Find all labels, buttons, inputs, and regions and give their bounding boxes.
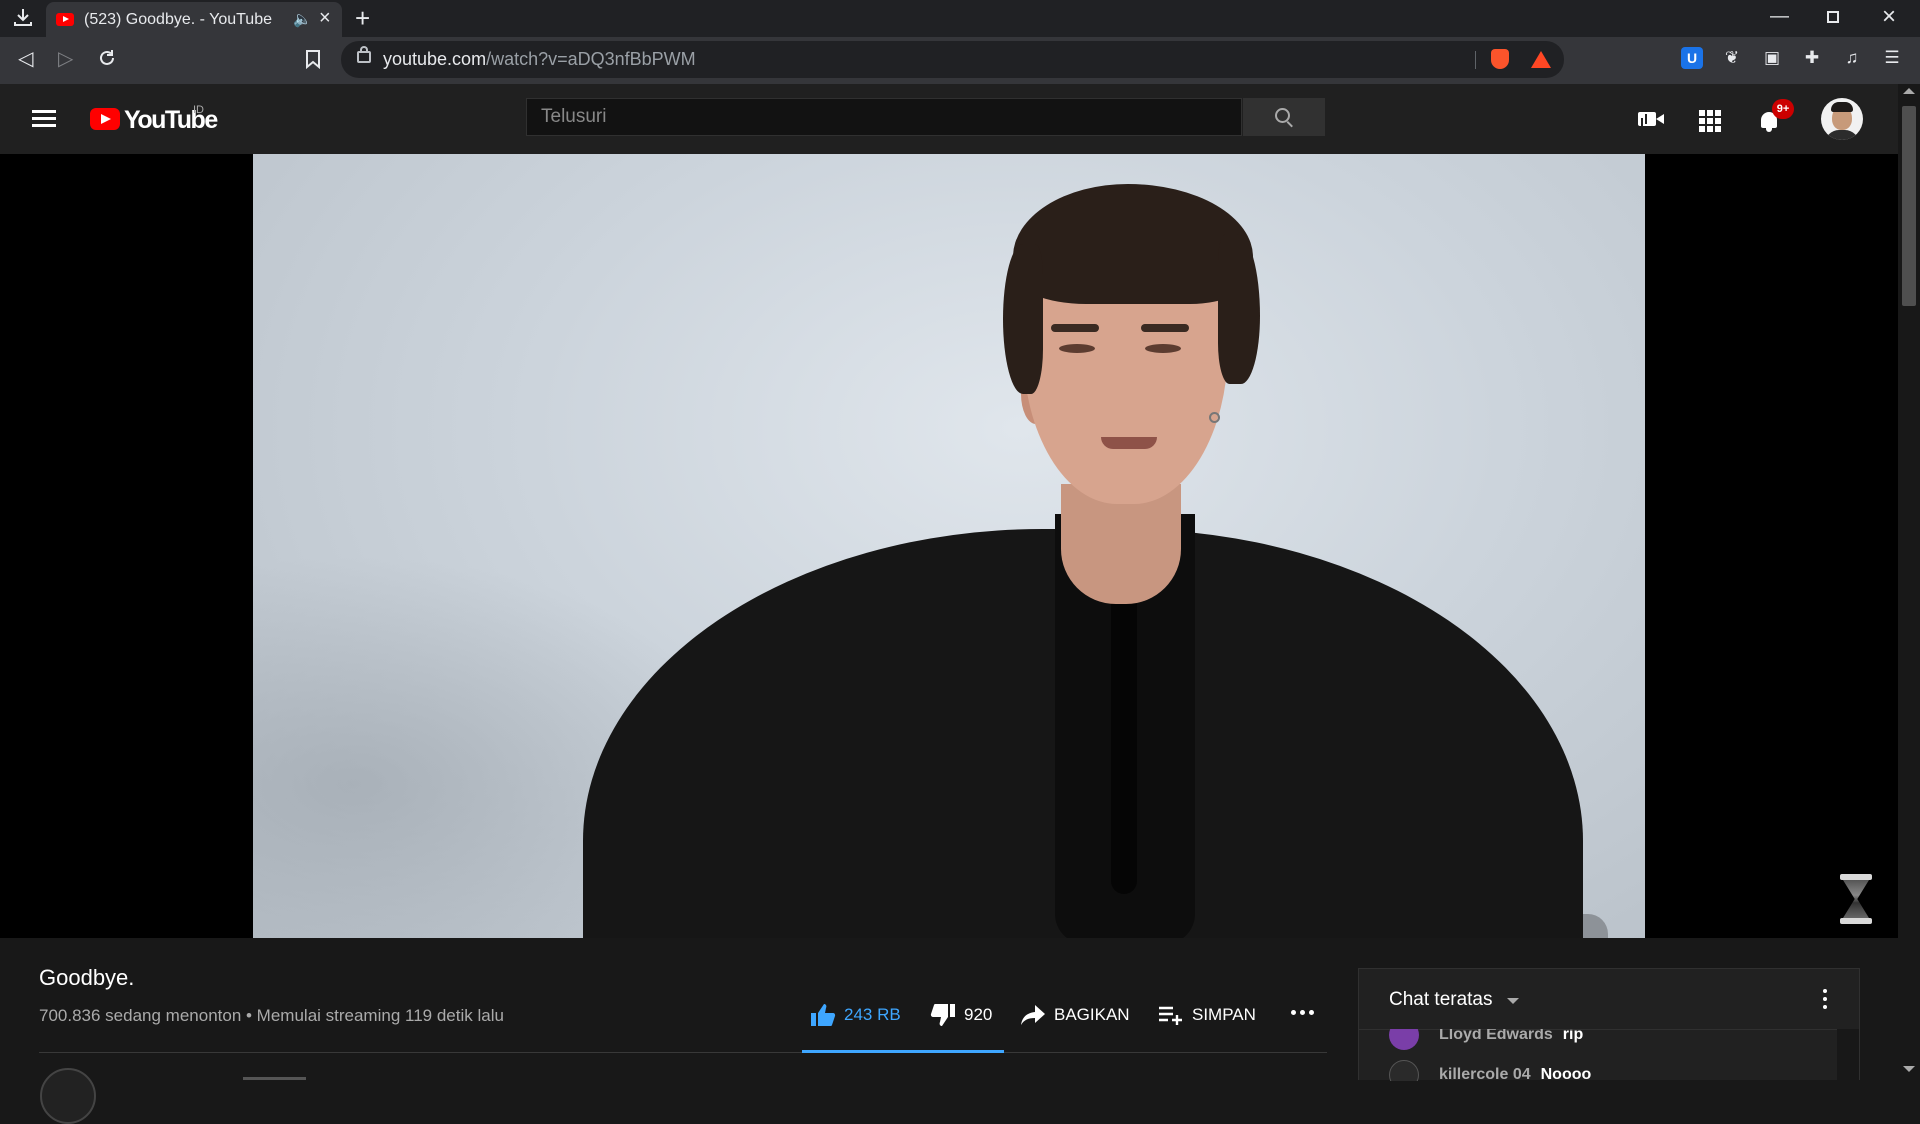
- search-icon: [1275, 108, 1290, 123]
- chat-avatar[interactable]: [1389, 1060, 1419, 1081]
- extensions-puzzle-icon[interactable]: ✚: [1801, 47, 1823, 69]
- screenshot-extension-icon[interactable]: ▣: [1761, 47, 1783, 69]
- dislike-count: 920: [964, 1005, 993, 1024]
- lock-icon[interactable]: [357, 46, 371, 63]
- browser-tab-strip: (523) Goodbye. - YouTube 🔈 × + — ×: [0, 0, 1920, 37]
- search-box[interactable]: [526, 98, 1242, 136]
- scrollbar-thumb[interactable]: [1902, 106, 1916, 306]
- video-person-hair: [1013, 184, 1253, 304]
- url-text[interactable]: youtube.com/watch?v=aDQ3nfBbPWM: [383, 49, 696, 70]
- chat-scrollbar[interactable]: [1837, 1029, 1859, 1081]
- guide-menu-icon[interactable]: [32, 110, 56, 128]
- youtube-header: YouTube ID 9+: [0, 84, 1920, 154]
- url-host: youtube.com: [383, 49, 487, 69]
- video-title: Goodbye.: [39, 965, 135, 990]
- address-bar[interactable]: youtube.com/watch?v=aDQ3nfBbPWM: [341, 41, 1564, 78]
- video-person-tie: [1111, 594, 1137, 894]
- thumbs-up-icon: [811, 1004, 836, 1026]
- chat-more-icon[interactable]: [1823, 989, 1827, 1009]
- chat-avatar[interactable]: [1389, 1029, 1419, 1050]
- chat-author[interactable]: killercole 04: [1439, 1066, 1531, 1081]
- video-person-eye-right: [1145, 344, 1181, 353]
- address-bar-separator: [1475, 51, 1476, 69]
- media-control-icon[interactable]: ♫: [1841, 47, 1863, 69]
- channel-watermark-hourglass-icon[interactable]: [1838, 874, 1874, 924]
- youtube-favicon-icon: [56, 13, 74, 26]
- downloads-icon[interactable]: [12, 6, 34, 28]
- info-divider: [39, 1052, 1327, 1053]
- share-button[interactable]: BAGIKAN: [1020, 1000, 1130, 1030]
- save-label: SIMPAN: [1192, 1005, 1256, 1024]
- thumbs-down-icon: [930, 1004, 955, 1026]
- back-icon[interactable]: ◁: [18, 46, 33, 71]
- notification-badge: 9+: [1772, 99, 1794, 119]
- live-chat-panel: Chat teratas Lloyd Edwards rip killercol…: [1358, 968, 1860, 1081]
- forward-icon[interactable]: ▷: [58, 46, 73, 71]
- create-video-icon[interactable]: [1638, 112, 1664, 126]
- brave-shields-icon[interactable]: [1491, 49, 1509, 69]
- close-window-button[interactable]: ×: [1882, 3, 1896, 31]
- browser-toolbar: ◁ ▷ youtube.com/watch?v=aDQ3nfBbPWM U ❦ …: [0, 37, 1920, 84]
- video-person-brow-right: [1141, 324, 1189, 332]
- reload-icon[interactable]: [97, 48, 117, 68]
- chat-messages[interactable]: Lloyd Edwards rip killercole 04 Noooo: [1359, 1029, 1835, 1081]
- tab-close-icon[interactable]: ×: [319, 7, 331, 30]
- chevron-down-icon[interactable]: [1507, 998, 1519, 1004]
- bookmark-icon[interactable]: [305, 49, 321, 70]
- restore-button[interactable]: [1827, 11, 1839, 23]
- share-label: BAGIKAN: [1054, 1005, 1130, 1024]
- video-person-mouth: [1101, 437, 1157, 449]
- chat-header: Chat teratas: [1359, 969, 1859, 1030]
- minimize-button[interactable]: —: [1770, 6, 1789, 28]
- active-tab[interactable]: (523) Goodbye. - YouTube 🔈 ×: [46, 2, 342, 37]
- video-person-eye-left: [1059, 344, 1095, 353]
- video-person-brow-left: [1051, 324, 1099, 332]
- chat-message[interactable]: killercole 04 Noooo: [1389, 1060, 1829, 1081]
- browser-menu-icon[interactable]: ☰: [1881, 47, 1903, 69]
- tab-audio-icon[interactable]: 🔈: [293, 10, 312, 28]
- bitwarden-extension-icon[interactable]: U: [1681, 47, 1703, 69]
- extension-icon[interactable]: ❦: [1721, 47, 1743, 69]
- video-person-hair-left: [1003, 244, 1043, 394]
- like-ratio-bar: [802, 1050, 1004, 1053]
- search-input[interactable]: [527, 99, 1241, 135]
- save-button[interactable]: SIMPAN: [1158, 1000, 1256, 1030]
- dislike-button[interactable]: 920: [930, 1000, 992, 1030]
- video-person-hair-right: [1218, 234, 1260, 384]
- share-arrow-icon: [1021, 1005, 1045, 1025]
- chat-text: Noooo: [1540, 1066, 1592, 1081]
- video-view-meta: 700.836 sedang menonton • Memulai stream…: [39, 1006, 504, 1025]
- like-button[interactable]: 243 RB: [810, 1000, 901, 1030]
- page-scrollbar[interactable]: [1898, 84, 1920, 1080]
- apps-grid-icon[interactable]: [1699, 110, 1721, 132]
- scroll-up-icon[interactable]: [1903, 88, 1915, 94]
- video-frame[interactable]: [253, 154, 1645, 938]
- account-avatar[interactable]: [1821, 98, 1863, 140]
- channel-avatar[interactable]: [40, 1068, 96, 1124]
- more-actions-icon[interactable]: [1291, 1010, 1314, 1015]
- youtube-logo-icon[interactable]: [90, 108, 120, 130]
- video-person-earring: [1209, 412, 1220, 423]
- url-path: /watch?v=aDQ3nfBbPWM: [486, 49, 696, 69]
- like-count: 243 RB: [844, 1005, 901, 1024]
- scroll-down-icon[interactable]: [1903, 1066, 1915, 1072]
- chat-author[interactable]: Lloyd Edwards: [1439, 1029, 1553, 1044]
- region-code: ID: [193, 104, 204, 116]
- playlist-add-icon: [1159, 1006, 1182, 1025]
- brave-rewards-icon[interactable]: [1531, 51, 1551, 68]
- new-tab-button[interactable]: +: [355, 3, 370, 34]
- chat-mode-dropdown[interactable]: Chat teratas: [1389, 989, 1493, 1011]
- chat-text: rip: [1562, 1029, 1584, 1043]
- chat-message[interactable]: Lloyd Edwards rip: [1389, 1029, 1829, 1050]
- search-button[interactable]: [1243, 98, 1325, 136]
- tab-title: (523) Goodbye. - YouTube: [84, 11, 272, 28]
